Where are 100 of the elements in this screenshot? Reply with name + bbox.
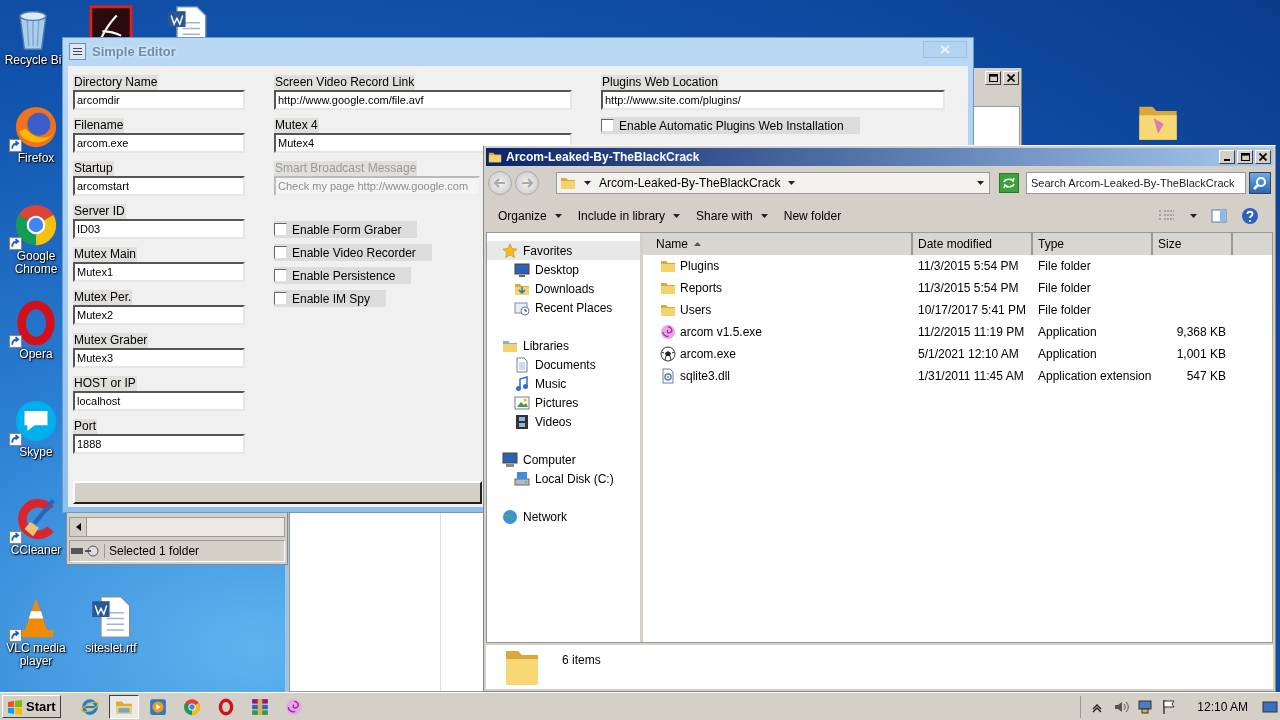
nav-item[interactable]: Documents	[487, 355, 640, 374]
text-field[interactable]: Mutex2	[73, 305, 245, 325]
checkbox-option[interactable]: Enable IM Spy	[274, 290, 387, 307]
field-label: Mutex Main	[73, 247, 138, 262]
nav-item[interactable]: Desktop	[487, 260, 640, 279]
window-icon	[514, 299, 530, 316]
field-label: Filename	[73, 118, 125, 133]
close-icon	[1259, 153, 1267, 161]
field-label: Mutex 4	[274, 118, 319, 133]
caret-down-icon	[788, 181, 796, 185]
music-note-icon	[514, 375, 530, 392]
nav-item[interactable]: Pictures	[487, 393, 640, 412]
caret-down-icon	[584, 181, 591, 185]
film-icon	[514, 413, 530, 430]
field-label: Smart Broadcast Message	[274, 161, 418, 176]
field-label: Mutex Per.	[73, 290, 133, 305]
column-header[interactable]: Type	[1033, 233, 1153, 255]
text-field[interactable]: Mutex3	[73, 348, 245, 368]
column-header[interactable]: Size	[1153, 233, 1233, 255]
drive-icon	[70, 545, 100, 557]
search-field[interactable]: Search Arcom-Leaked-By-TheBlackCrack	[1026, 172, 1246, 194]
file-name[interactable]: Reports	[680, 281, 723, 295]
text-field[interactable]: arcomdir	[73, 90, 245, 110]
nav-item[interactable]: Music	[487, 374, 640, 393]
start-button[interactable]: Start	[2, 695, 61, 718]
minimize-button[interactable]	[1219, 150, 1235, 164]
checkbox-option[interactable]: Enable Form Graber	[274, 221, 418, 238]
caret-down-icon	[760, 214, 768, 218]
checkbox-option[interactable]: Enable Video Recorder	[274, 244, 432, 261]
text-field[interactable]: arcomstart	[73, 176, 245, 196]
window-title: Simple Editor	[92, 43, 176, 59]
field-label: Plugins Web Location	[601, 75, 719, 90]
file-name[interactable]: arcom.exe	[680, 347, 737, 361]
column-header[interactable]: Date modified	[913, 233, 1033, 255]
wide-button[interactable]	[73, 481, 482, 504]
image-icon	[514, 394, 530, 411]
column-header[interactable]: Name	[643, 233, 913, 255]
file-date: 10/17/2017 5:41 PM	[918, 303, 1027, 317]
nav-item[interactable]: Favorites	[487, 241, 640, 260]
text-field[interactable]: ID03	[73, 219, 245, 239]
left-arrow-icon	[494, 178, 506, 188]
nav-item[interactable]: Network	[487, 507, 640, 526]
icon-label: Google Chrome	[13, 250, 59, 276]
nav-item[interactable]: Downloads	[487, 279, 640, 298]
toolbar-button[interactable]: Organize	[492, 207, 568, 225]
maximize-button[interactable]	[1237, 150, 1253, 164]
file-name[interactable]: arcom v1.5.exe	[680, 325, 763, 339]
nav-item[interactable]: Recent Places	[487, 298, 640, 317]
file-size: 547 KB	[1186, 369, 1226, 383]
field-label: Mutex Graber	[73, 333, 149, 348]
caret-down-icon	[1190, 214, 1197, 218]
field-label: Directory Name	[73, 75, 159, 90]
status-text: Selected 1 folder	[104, 544, 200, 558]
file-name[interactable]: Users	[680, 303, 712, 317]
text-field[interactable]: arcom.exe	[73, 133, 245, 153]
text-field[interactable]: Mutex1	[73, 262, 245, 282]
ring-icon	[216, 697, 235, 716]
view-list-icon	[1158, 209, 1176, 223]
search-button[interactable]	[1249, 172, 1271, 194]
toolbar-button[interactable]: Share with	[690, 207, 774, 225]
clock[interactable]: 12:10 AM	[1197, 699, 1248, 714]
nav-item[interactable]: Local Disk (C:)	[487, 469, 640, 488]
file-date: 5/1/2021 12:10 AM	[918, 347, 1019, 361]
checkbox-option[interactable]: Enable Automatic Plugins Web Installation	[601, 117, 860, 134]
toolbar-button[interactable]: Include in library	[571, 207, 687, 225]
nav-item[interactable]: Libraries	[487, 336, 640, 355]
icon-label: Firefox	[16, 152, 56, 165]
nav-item[interactable]: Computer	[487, 450, 640, 469]
scrollbar[interactable]	[69, 517, 285, 537]
text-field[interactable]: 1888	[73, 434, 245, 454]
browser-icon	[182, 697, 201, 716]
text-field[interactable]: localhost	[73, 391, 245, 411]
file-type: File folder	[1038, 281, 1091, 295]
toolbar-button[interactable]: New folder	[777, 207, 848, 225]
books-icon	[250, 697, 269, 716]
flag-icon[interactable]	[1161, 698, 1178, 715]
field-label: Startup	[73, 161, 114, 176]
refresh-button[interactable]	[999, 173, 1019, 193]
maximize-button[interactable]	[985, 71, 1001, 85]
caret-down-icon	[977, 181, 984, 185]
breadcrumb[interactable]: Arcom-Leaked-By-TheBlackCrack	[599, 176, 781, 190]
monitor-icon	[502, 451, 518, 468]
menu-lines-icon	[73, 47, 82, 55]
sort-arrow-icon	[694, 242, 701, 246]
file-name[interactable]: Plugins	[680, 259, 720, 273]
address-bar[interactable]: Arcom-Leaked-By-TheBlackCrack	[556, 172, 990, 194]
field-label: Port	[73, 419, 97, 434]
text-field[interactable]: http://www.site.com/plugins/	[601, 90, 945, 110]
network-icon[interactable]	[1137, 698, 1154, 715]
disk-drive-icon	[514, 470, 530, 487]
browser-icon	[13, 104, 59, 150]
browser-icon	[80, 697, 99, 716]
field-label: HOST or IP	[73, 376, 137, 391]
text-field[interactable]: http://www.google.com/file.avf	[274, 90, 572, 110]
file-name[interactable]: sqlite3.dll	[680, 369, 731, 383]
taskbar-button[interactable]	[108, 694, 139, 719]
checkbox-option[interactable]: Enable Persistence	[274, 267, 412, 284]
nav-item[interactable]: Videos	[487, 412, 640, 431]
browser-icon	[13, 202, 59, 248]
minimize-icon	[1224, 159, 1230, 161]
